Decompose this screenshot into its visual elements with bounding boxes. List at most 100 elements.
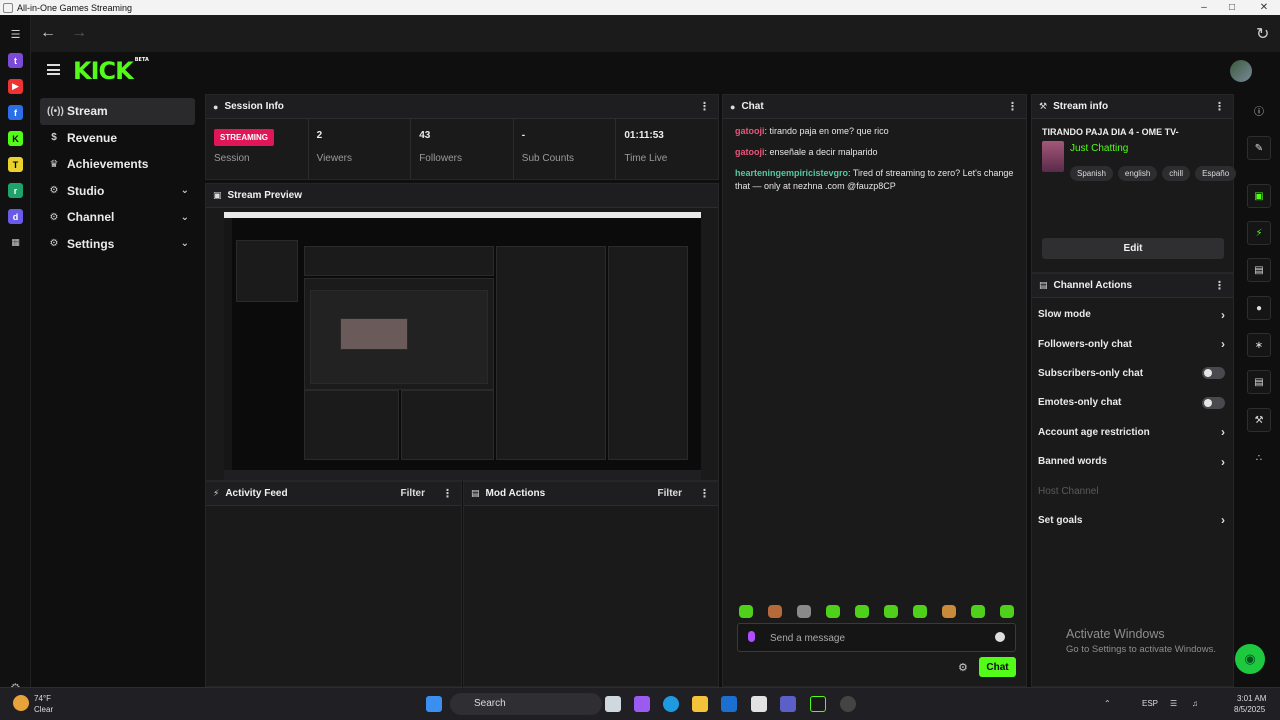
kick-icon[interactable]: K: [8, 131, 23, 146]
more-menu-icon[interactable]: ⋮: [699, 487, 710, 500]
more-menu-icon[interactable]: ⋮: [699, 100, 710, 113]
tray-chevron-icon[interactable]: ⌃: [1104, 699, 1111, 708]
steam-icon[interactable]: [840, 696, 856, 712]
nav-settings[interactable]: ⚙ Settings ⌄: [40, 231, 195, 258]
kick-studio-icon[interactable]: [810, 696, 826, 712]
rumble-icon[interactable]: r: [8, 183, 23, 198]
emote-icon[interactable]: [826, 605, 840, 618]
copilot-icon[interactable]: [634, 696, 650, 712]
microphone-icon[interactable]: [748, 631, 755, 642]
action-account-age[interactable]: Account age restriction ›: [1032, 418, 1233, 447]
info-icon[interactable]: ⓘ: [1247, 98, 1271, 122]
emote-icon[interactable]: [884, 605, 898, 618]
preview-taskbar: [224, 470, 701, 480]
keyboard-language[interactable]: ESP: [1142, 699, 1158, 708]
outlook-icon[interactable]: [721, 696, 737, 712]
discord-icon[interactable]: d: [8, 209, 23, 224]
file-explorer-icon[interactable]: [692, 696, 708, 712]
emote-icon[interactable]: [942, 605, 956, 618]
emote-icon[interactable]: [855, 605, 869, 618]
support-headset-icon[interactable]: ◉: [1235, 644, 1265, 674]
preview-sidenav: [236, 240, 298, 302]
stat-value: 2: [316, 130, 323, 141]
close-button[interactable]: ✕: [1248, 0, 1280, 15]
nav-stream[interactable]: ((•)) Stream: [40, 98, 195, 125]
action-banned-words[interactable]: Banned words ›: [1032, 447, 1233, 476]
pencil-icon[interactable]: ✎: [1247, 136, 1271, 160]
taskbar-search[interactable]: Search: [450, 693, 602, 715]
emote-icon[interactable]: [913, 605, 927, 618]
clock-date[interactable]: 8/5/2025: [1234, 705, 1265, 714]
clipboard-icon[interactable]: ▤: [1247, 258, 1271, 282]
chat-username[interactable]: hearteningempiricistevgro: [735, 168, 848, 178]
chevron-right-icon: ›: [1221, 307, 1225, 322]
wrench-tool-icon[interactable]: ⚒: [1247, 408, 1271, 432]
back-icon[interactable]: ←: [40, 24, 56, 42]
action-slow-mode[interactable]: Slow mode ›: [1032, 300, 1233, 329]
youtube-icon[interactable]: ▶: [8, 79, 23, 94]
refresh-icon[interactable]: ↻: [1256, 24, 1269, 44]
chat-username[interactable]: gatooji: [735, 147, 765, 157]
nav-label: Revenue: [67, 130, 118, 145]
nav-studio[interactable]: ⚙ Studio ⌄: [40, 178, 195, 205]
chat-icon[interactable]: ●: [1247, 296, 1271, 320]
wifi-icon[interactable]: ☰: [1170, 699, 1177, 708]
task-view-icon[interactable]: [605, 696, 621, 712]
twitch-icon[interactable]: t: [8, 53, 23, 68]
emote-icon[interactable]: [971, 605, 985, 618]
mod-actions-header: ▤ Mod Actions Filter ⋮: [464, 482, 718, 506]
apps-grid-icon[interactable]: ▦: [8, 235, 23, 250]
emoji-icon[interactable]: [995, 632, 1005, 642]
emote-icon[interactable]: [739, 605, 753, 618]
maximize-button[interactable]: □: [1216, 0, 1248, 15]
send-chat-button[interactable]: Chat: [979, 657, 1016, 677]
emote-icon[interactable]: [1000, 605, 1014, 618]
calendar-icon[interactable]: [751, 696, 767, 712]
facebook-icon[interactable]: f: [8, 105, 23, 120]
nav-revenue[interactable]: $ Revenue: [40, 125, 195, 152]
nav-achievements[interactable]: ♛ Achievements: [40, 151, 195, 178]
action-label: Set goals: [1038, 514, 1083, 526]
clock-time[interactable]: 3:01 AM: [1237, 694, 1266, 703]
trovo-icon[interactable]: T: [8, 157, 23, 172]
hamburger-icon[interactable]: [47, 64, 60, 75]
more-menu-icon[interactable]: ⋮: [1007, 100, 1018, 113]
more-menu-icon[interactable]: ⋮: [1214, 279, 1225, 292]
bolt-icon: ⚡: [213, 488, 220, 498]
action-set-goals[interactable]: Set goals ›: [1032, 506, 1233, 535]
edge-icon[interactable]: [663, 696, 679, 712]
chat-message-input[interactable]: [770, 630, 990, 646]
nav-channel[interactable]: ⚙ Channel ⌄: [40, 204, 195, 231]
activity-filter-button[interactable]: Filter: [401, 488, 425, 499]
mod-filter-button[interactable]: Filter: [658, 488, 682, 499]
category-thumbnail: [1042, 141, 1064, 172]
stream-tags: Spanish english chill Españo: [1070, 166, 1237, 181]
more-menu-icon[interactable]: ⋮: [442, 487, 453, 500]
subscribers-only-toggle[interactable]: [1202, 367, 1225, 380]
emote-icon[interactable]: [768, 605, 782, 618]
stream-preview-video[interactable]: [224, 212, 701, 480]
panel-title: Stream Preview: [227, 190, 303, 201]
share-nodes-icon[interactable]: ∴: [1247, 446, 1271, 470]
channel-actions-header: ▤ Channel Actions ⋮: [1032, 274, 1233, 298]
windows-taskbar: 74°F Clear Search ⌃ ESP ☰ ♫ 3:01 AM 8/5/…: [0, 687, 1280, 720]
lightning-icon[interactable]: ⚡: [1247, 221, 1271, 245]
menu-icon[interactable]: ☰: [8, 27, 23, 42]
user-avatar[interactable]: [1230, 60, 1252, 82]
teams-icon[interactable]: [780, 696, 796, 712]
more-menu-icon[interactable]: ⋮: [1214, 100, 1225, 113]
preview-icon: ▣: [213, 190, 222, 200]
chat-username[interactable]: gatooji: [735, 126, 765, 136]
volume-icon[interactable]: ♫: [1192, 699, 1198, 708]
emotes-only-toggle[interactable]: [1202, 396, 1225, 409]
forward-icon[interactable]: →: [71, 24, 87, 42]
action-followers-only[interactable]: Followers-only chat ›: [1032, 329, 1233, 358]
server-rack-icon[interactable]: ▤: [1247, 370, 1271, 394]
emote-icon[interactable]: [797, 605, 811, 618]
windows-start-icon[interactable]: [426, 696, 442, 712]
broadcast-signal-icon[interactable]: ∗: [1247, 333, 1271, 357]
camera-focus-icon[interactable]: ▣: [1247, 184, 1271, 208]
chat-settings-icon[interactable]: ⚙: [958, 661, 968, 674]
edit-stream-info-button[interactable]: Edit: [1042, 238, 1224, 259]
kick-logo[interactable]: KICK BETA: [73, 57, 149, 85]
